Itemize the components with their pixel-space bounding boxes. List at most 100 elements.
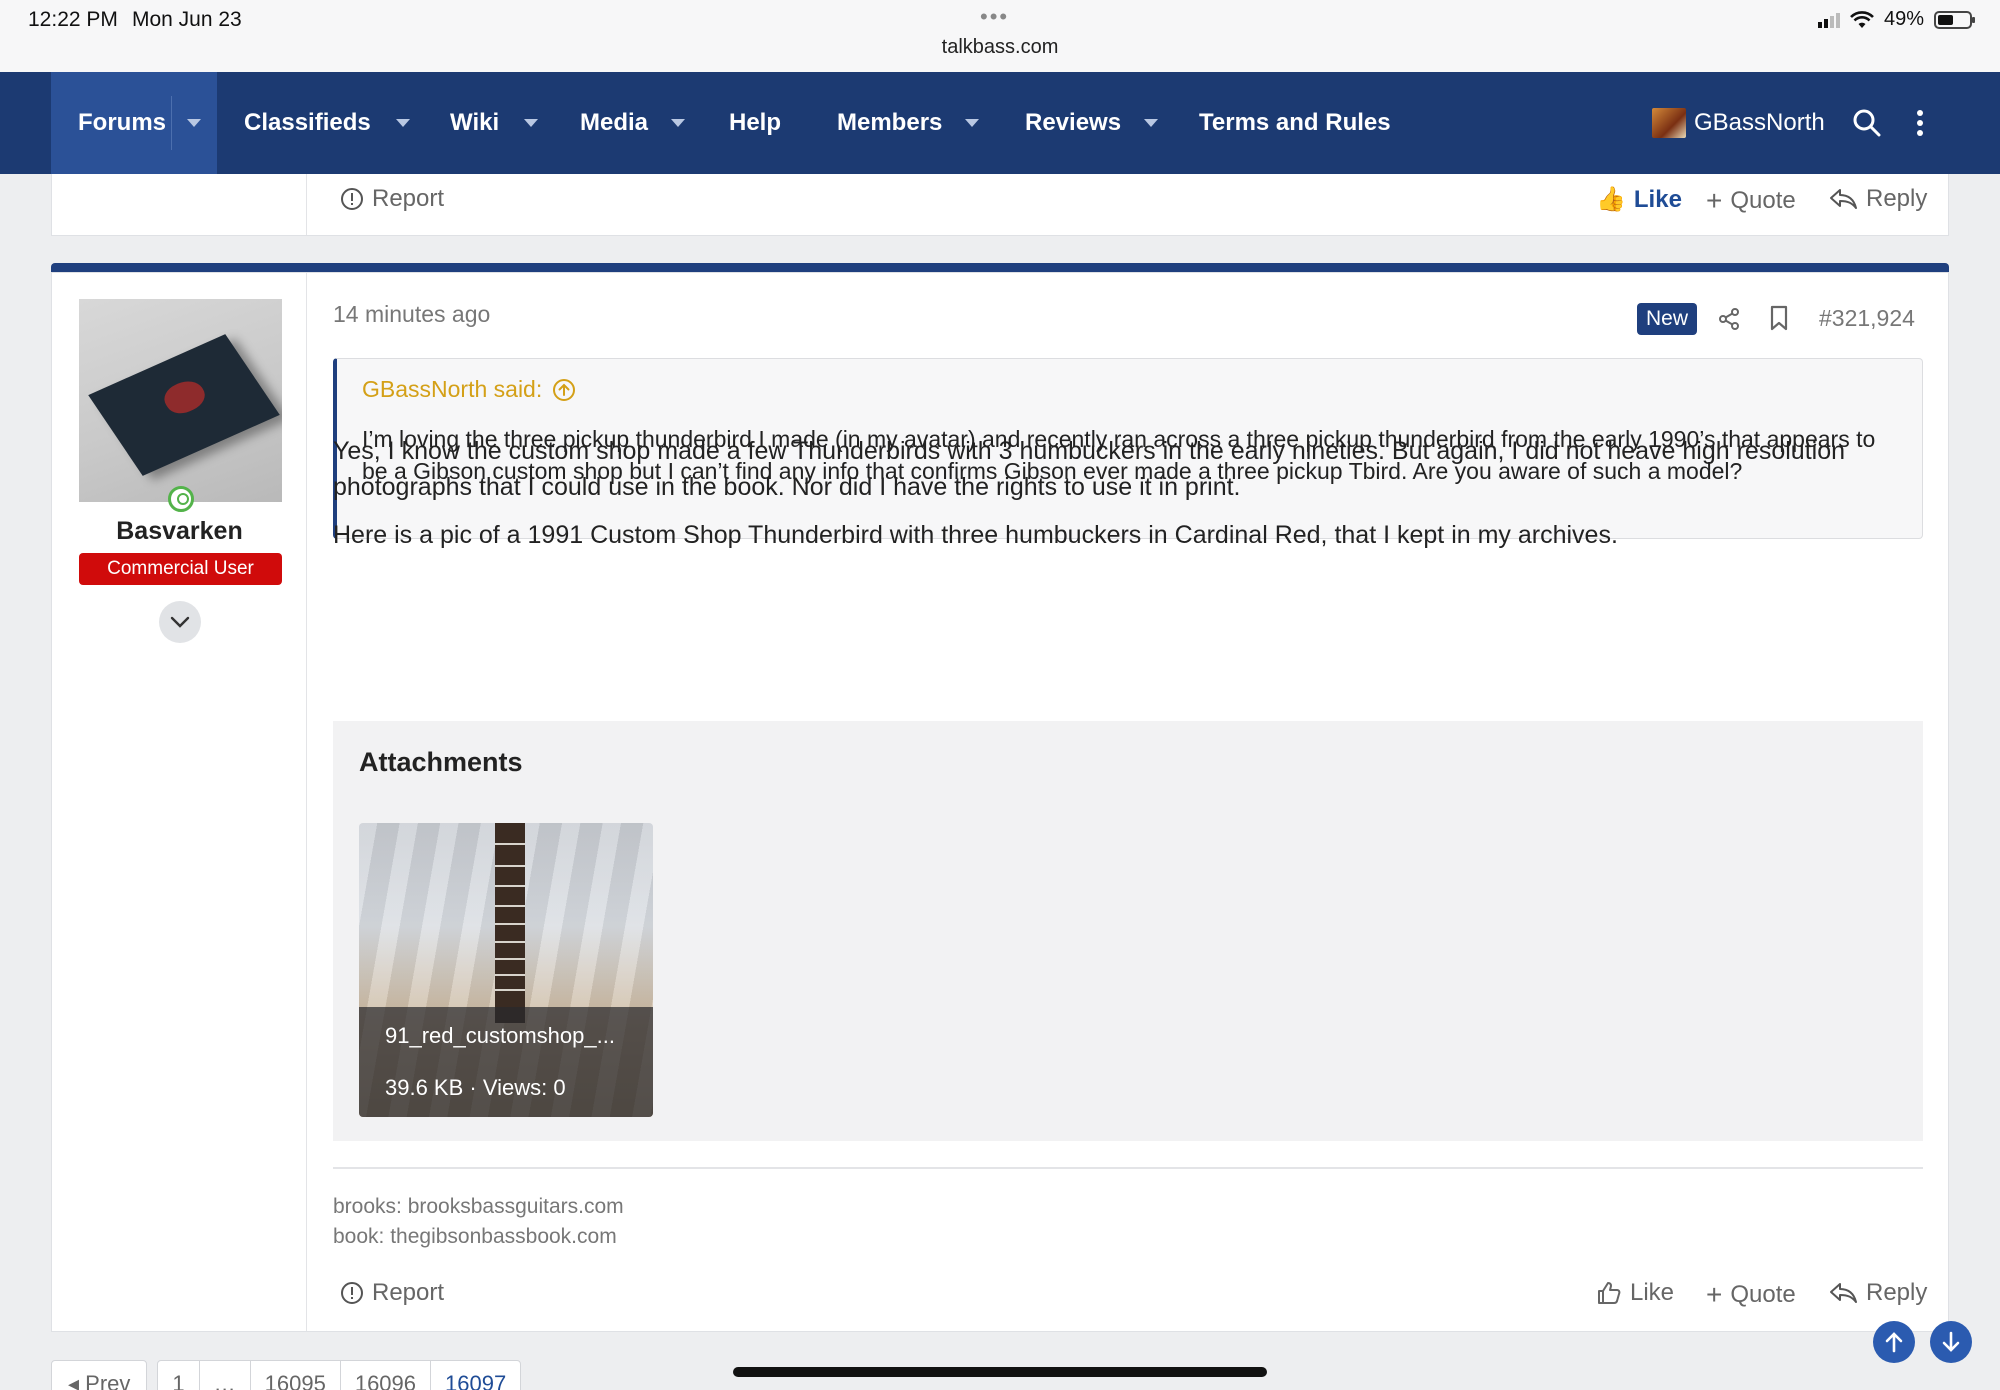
post-author[interactable]: Basvarken <box>52 517 307 546</box>
nav-item-members[interactable]: Members <box>837 72 980 174</box>
nav-item-forums[interactable]: Forums <box>51 72 217 174</box>
reply-icon <box>1830 189 1857 209</box>
page-link[interactable]: 16096 <box>341 1361 432 1390</box>
book-image <box>88 334 280 476</box>
quote-attribution[interactable]: GBassNorth said: <box>362 376 576 403</box>
like-button[interactable]: Like <box>1596 1279 1674 1307</box>
search-icon[interactable] <box>1852 108 1882 138</box>
attachments-section: Attachments 91_red_customshop_... 39.6 K… <box>333 721 1923 1141</box>
post-body-paragraph: Here is a pic of a 1991 Custom Shop Thun… <box>333 521 1618 549</box>
page-link[interactable]: 16095 <box>251 1361 341 1390</box>
expand-user-info-button[interactable] <box>159 601 201 643</box>
page-links: 1 … 16095 16096 16097 <box>157 1360 522 1390</box>
wifi-icon <box>1850 10 1874 28</box>
plus-icon: + <box>1706 185 1723 216</box>
previous-post-footer: Report 👍 Like + Quote Reply <box>51 174 1949 236</box>
quote-button[interactable]: + Quote <box>1706 185 1796 217</box>
like-label[interactable]: Like <box>1630 1279 1674 1307</box>
nav-username[interactable]: GBassNorth <box>1694 109 1825 137</box>
report-button[interactable]: Report <box>340 1279 444 1307</box>
online-status-icon <box>168 486 194 512</box>
fret <box>495 958 525 960</box>
arrow-up-circle-icon[interactable] <box>552 378 576 402</box>
reply-label[interactable]: Reply <box>1866 1279 1927 1307</box>
nav-label-classifieds[interactable]: Classifieds <box>244 109 371 137</box>
attachment-thumbnail[interactable]: 91_red_customshop_... 39.6 KB · Views: 0 <box>359 823 653 1117</box>
page-link-current[interactable]: 16097 <box>431 1361 520 1390</box>
signature-divider <box>333 1167 1923 1169</box>
post-user-sidebar: Basvarken Commercial User <box>52 273 307 1331</box>
attachment-filename[interactable]: 91_red_customshop_... <box>385 1023 615 1049</box>
home-indicator[interactable] <box>733 1367 1267 1377</box>
scroll-bottom-button[interactable] <box>1930 1321 1972 1363</box>
reply-button[interactable]: Reply <box>1828 185 1927 213</box>
main-navigation: Forums Classifieds Wiki Media Help Membe… <box>0 72 2000 174</box>
nav-user-menu[interactable]: GBassNorth <box>1652 72 1825 174</box>
nav-label-reviews[interactable]: Reviews <box>1025 109 1121 137</box>
post-timestamp[interactable]: 14 minutes ago <box>333 301 490 328</box>
vertical-ellipsis-icon[interactable] <box>1916 110 1924 136</box>
nav-label-forums[interactable]: Forums <box>78 109 166 137</box>
share-icon[interactable] <box>1717 307 1741 331</box>
attachments-title: Attachments <box>359 747 523 777</box>
report-label[interactable]: Report <box>372 1279 444 1307</box>
nav-label-wiki[interactable]: Wiki <box>450 109 499 137</box>
reply-label[interactable]: Reply <box>1866 185 1927 213</box>
arrow-up-icon <box>1885 1332 1903 1353</box>
address-bar-url[interactable]: talkbass.com <box>0 36 2000 59</box>
post-number-link[interactable]: #321,924 <box>1819 305 1915 332</box>
user-title-badge: Commercial User <box>79 553 282 585</box>
quote-label[interactable]: Quote <box>1730 1281 1795 1309</box>
chevron-down-icon[interactable] <box>965 119 980 127</box>
quote-author[interactable]: GBassNorth said: <box>362 376 542 403</box>
nav-divider <box>171 96 172 150</box>
reply-icon <box>1830 1283 1857 1303</box>
prev-page-button[interactable]: ◂ Prev <box>51 1360 148 1390</box>
like-label[interactable]: Like <box>1634 186 1682 214</box>
fret <box>495 865 525 867</box>
nav-label-members[interactable]: Members <box>837 109 942 137</box>
page-link[interactable]: 1 <box>158 1361 200 1390</box>
signature-line[interactable]: brooks: brooksbassguitars.com <box>333 1195 624 1219</box>
post-body-paragraph: Yes, I know the custom shop made a few T… <box>333 437 1845 501</box>
nav-item-reviews[interactable]: Reviews <box>1025 72 1159 174</box>
page-ellipsis[interactable]: … <box>200 1361 251 1390</box>
report-label[interactable]: Report <box>372 185 444 213</box>
chevron-down-icon[interactable] <box>395 119 410 127</box>
status-right: 49% <box>1817 8 1975 31</box>
ios-status-bar: 12:22 PM Mon Jun 23 ••• talkbass.com 49% <box>0 0 2000 72</box>
nav-item-media[interactable]: Media <box>580 72 686 174</box>
reply-button[interactable]: Reply <box>1828 1279 1927 1307</box>
chevron-down-icon[interactable] <box>187 119 201 127</box>
previous-post-sidebar <box>52 174 307 235</box>
status-date: Mon Jun 23 <box>132 8 242 31</box>
report-button[interactable]: Report <box>340 185 444 213</box>
quote-button[interactable]: + Quote <box>1706 1279 1796 1311</box>
chevron-down-icon[interactable] <box>524 119 539 127</box>
status-time: 12:22 PM <box>28 8 118 31</box>
chevron-down-icon[interactable] <box>671 119 686 127</box>
scroll-top-button[interactable] <box>1873 1321 1915 1363</box>
nav-item-classifieds[interactable]: Classifieds <box>244 72 410 174</box>
like-button[interactable]: 👍 Like <box>1596 185 1682 214</box>
nav-label-terms[interactable]: Terms and Rules <box>1199 109 1391 137</box>
post-card: Basvarken Commercial User 14 minutes ago… <box>51 272 1949 1332</box>
tab-options-icon[interactable]: ••• <box>980 4 1009 30</box>
avatar[interactable] <box>1652 108 1686 138</box>
fret <box>495 989 525 991</box>
chevron-down-icon <box>170 616 190 628</box>
nav-label-help[interactable]: Help <box>729 109 781 137</box>
nav-label-media[interactable]: Media <box>580 109 648 137</box>
signature-line[interactable]: book: thegibsonbassbook.com <box>333 1225 617 1249</box>
nav-item-help[interactable]: Help <box>729 72 781 174</box>
avatar[interactable] <box>79 299 282 502</box>
nav-item-wiki[interactable]: Wiki <box>450 72 539 174</box>
fret <box>495 843 525 845</box>
chevron-down-icon[interactable] <box>1144 119 1159 127</box>
attachment-caption: 91_red_customshop_... 39.6 KB · Views: 0 <box>359 1007 653 1117</box>
new-post-indicator-bar <box>51 263 1949 272</box>
nav-item-terms[interactable]: Terms and Rules <box>1199 72 1391 174</box>
bookmark-icon[interactable] <box>1769 305 1789 331</box>
quote-label[interactable]: Quote <box>1730 187 1795 215</box>
report-icon <box>341 1282 363 1304</box>
